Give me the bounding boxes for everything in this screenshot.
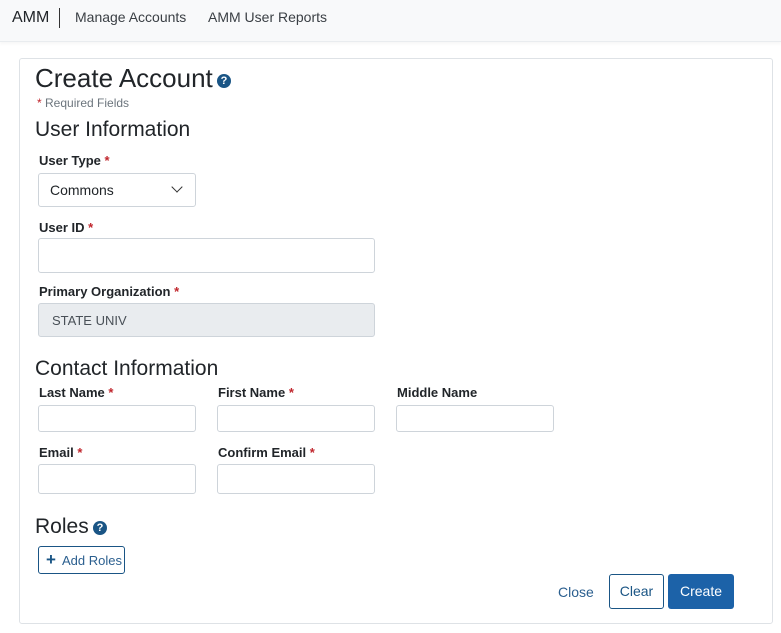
clear-button[interactable]: Clear — [609, 574, 664, 609]
section-roles: Roles — [35, 515, 89, 538]
required-fields-text: Required Fields — [45, 96, 130, 110]
email-label: Email * — [39, 445, 83, 460]
add-roles-button[interactable]: + Add Roles — [38, 546, 125, 574]
first-name-label: First Name * — [218, 385, 294, 400]
nav-amm-user-reports[interactable]: AMM User Reports — [208, 9, 327, 25]
nav-manage-accounts[interactable]: Manage Accounts — [75, 9, 186, 25]
required-marker: * — [108, 385, 114, 400]
roles-help-icon[interactable]: ? — [93, 521, 107, 535]
brand-logo[interactable]: AMM — [12, 9, 49, 27]
page-title: Create Account — [35, 63, 213, 93]
user-type-select[interactable]: Commons — [38, 173, 196, 207]
required-marker: * — [104, 153, 110, 168]
middle-name-input[interactable] — [396, 405, 554, 432]
last-name-input[interactable] — [38, 405, 196, 432]
required-marker: * — [37, 96, 42, 110]
confirm-email-input[interactable] — [217, 464, 375, 494]
middle-name-label: Middle Name — [397, 385, 478, 400]
section-user-information: User Information — [35, 118, 191, 141]
confirm-email-label: Confirm Email * — [218, 445, 315, 460]
create-account-card — [19, 58, 773, 624]
email-input[interactable] — [38, 464, 196, 494]
create-button[interactable]: Create — [668, 574, 734, 609]
required-marker: * — [288, 385, 294, 400]
user-type-value: Commons — [50, 182, 114, 198]
required-marker: * — [88, 220, 94, 235]
user-id-input[interactable] — [38, 238, 375, 273]
close-link[interactable]: Close — [558, 584, 594, 600]
user-id-label: User ID * — [39, 220, 94, 235]
brand-divider — [59, 8, 60, 28]
first-name-input[interactable] — [217, 405, 375, 432]
add-roles-label: Add Roles — [62, 553, 122, 568]
top-navbar: AMM Manage Accounts AMM User Reports — [0, 0, 781, 42]
last-name-label: Last Name * — [39, 385, 114, 400]
plus-icon: + — [46, 550, 56, 569]
required-marker: * — [77, 445, 83, 460]
section-contact-information: Contact Information — [35, 357, 219, 380]
primary-organization-field: STATE UNIV — [38, 303, 375, 337]
chevron-down-icon — [171, 181, 183, 193]
required-fields-note: * Required Fields — [37, 96, 129, 110]
primary-organization-label: Primary Organization * — [39, 284, 180, 299]
primary-organization-value: STATE UNIV — [52, 313, 127, 328]
required-marker: * — [309, 445, 315, 460]
required-marker: * — [174, 284, 180, 299]
help-icon[interactable]: ? — [217, 74, 231, 88]
user-type-label: User Type * — [39, 153, 110, 168]
